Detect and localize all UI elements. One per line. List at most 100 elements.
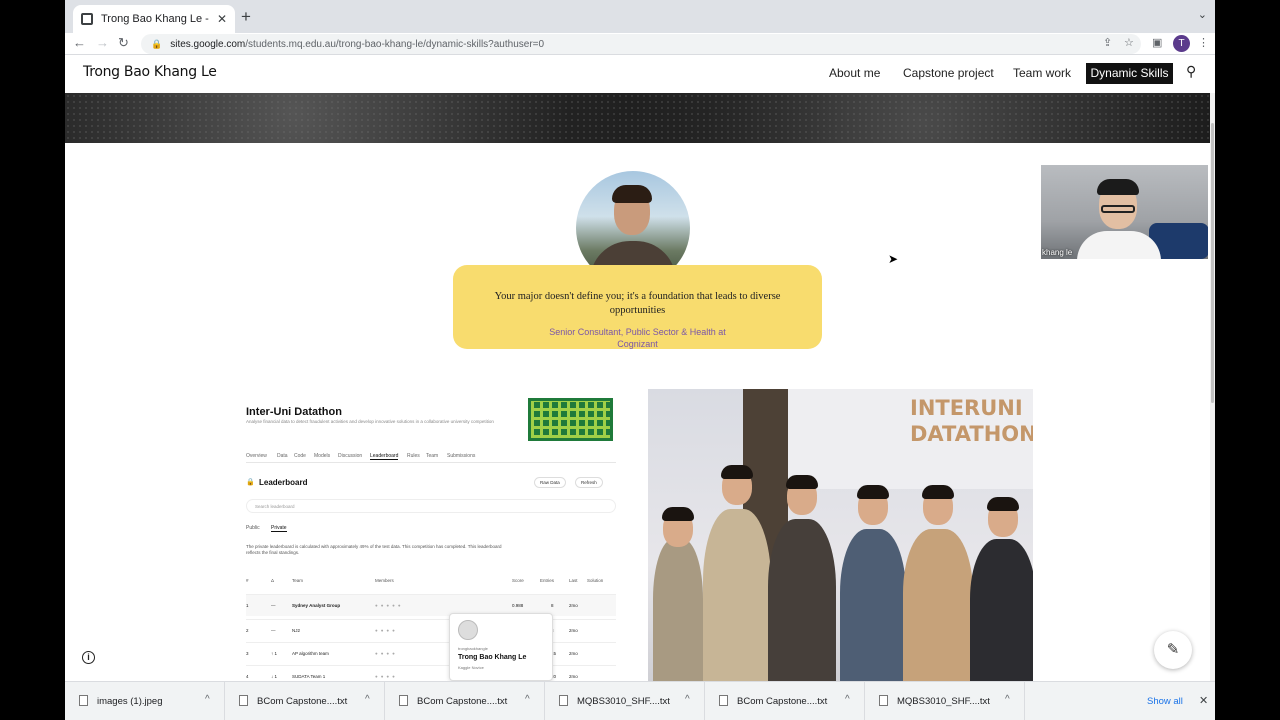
lock-icon: 🔒 [151,38,163,49]
browser-menu-icon[interactable]: ⋮ [1198,36,1209,49]
download-item[interactable]: MQBS3010_SHF....txt ^ [545,682,705,720]
lb-column-header: Score [512,578,524,583]
lb-tab: Rules [407,453,420,459]
new-tab-button[interactable]: + [241,7,251,27]
site-header: Trong Bao Khang Le About me Capstone pro… [65,55,1215,93]
tab-strip: Trong Bao Khang Le - Dynamic ✕ + ⌄ [65,0,1215,33]
url-path: /students.mq.edu.au/trong-bao-khang-le/d… [245,38,545,50]
leaderboard-screenshot: Inter-Uni Datathon Analyse financial dat… [235,389,625,681]
browser-window: Trong Bao Khang Le - Dynamic ✕ + ⌄ ← → ↻… [65,0,1215,720]
download-filename: images (1).jpeg [97,696,163,707]
quote-card: Your major doesn't define you; it's a fo… [453,265,822,349]
member-hover-card: trongbaokhangle Trong Bao Khang Le Kaggl… [449,613,553,681]
side-panel-icon[interactable]: ▣ [1152,36,1162,49]
site-title[interactable]: Trong Bao Khang Le [83,64,217,80]
lock-icon: 🔒 [246,479,255,486]
chevron-up-icon[interactable]: ^ [1005,694,1010,705]
download-filename: MQBS3010_SHF....txt [577,696,670,707]
table-row: 2 — NJ2 ●●●● 3 2mo [246,619,616,641]
tab-title: Trong Bao Khang Le - Dynamic [101,13,211,25]
member-avatars: ●●●● [375,651,398,656]
lb-column-header: Members [375,578,394,583]
edit-pencil-icon[interactable]: ✎ [1154,631,1192,669]
download-item[interactable]: images (1).jpeg ^ [65,682,225,720]
photo-banner-text: INTERUNI DATATHON [910,396,1033,446]
competition-title: Inter-Uni Datathon [246,406,342,418]
lb-tab: Leaderboard [370,453,399,460]
bookmark-star-icon[interactable]: ☆ [1124,36,1134,49]
header-banner-image [65,93,1210,143]
leaderboard-heading: Leaderboard [259,478,308,487]
webcam-name-label: khang le [1042,248,1073,257]
quote-text: Your major doesn't define you; it's a fo… [494,291,781,316]
scrollbar-thumb[interactable] [1211,123,1214,403]
nav-capstone-project[interactable]: Capstone project [903,66,994,80]
leaderboard-note: The private leaderboard is calculated wi… [246,544,502,555]
download-item[interactable]: BCom Capstone....txt ^ [705,682,865,720]
download-filename: BCom Capstone....txt [737,696,828,707]
download-filename: MQBS3010_SHF....txt [897,696,990,707]
tab-search-chevron-icon[interactable]: ⌄ [1198,8,1207,21]
lb-tab: Code [294,453,306,459]
avatar [458,620,478,640]
site-favicon-icon [81,13,93,25]
search-icon[interactable]: ⚲ [1186,63,1196,80]
lb-subtab: Public [246,525,260,531]
webcam-overlay: khang le [1041,165,1208,259]
member-name: Trong Bao Khang Le [458,654,527,661]
info-icon[interactable]: i [82,651,95,664]
url-host: sites.google.com [170,38,246,50]
forward-arrow-icon[interactable]: → [96,35,109,50]
lb-tab: Data [277,453,288,459]
address-bar[interactable]: 🔒 sites.google.com /students.mq.edu.au/t… [141,34,1141,54]
text-file-icon [719,695,728,706]
download-item[interactable]: BCom Capstone....txt ^ [225,682,385,720]
lb-column-header: # [246,578,249,583]
lb-tab: Overview [246,453,267,459]
lb-tab: Team [426,453,439,459]
table-row: 3 ↑ 1 AP algorithm team ●●●● 15 2mo [246,642,616,664]
profile-avatar[interactable]: T [1173,35,1190,52]
chevron-up-icon[interactable]: ^ [845,694,850,705]
lb-tab: Discussion [338,453,363,459]
member-avatars: ●●●● [375,674,398,679]
share-icon[interactable]: ⇪ [1103,36,1112,49]
nav-dynamic-skills[interactable]: Dynamic Skills [1086,63,1173,84]
page-scrollbar[interactable] [1210,93,1215,683]
lb-column-header: Δ [271,578,275,583]
download-filename: BCom Capstone....txt [257,696,348,707]
lb-tab: Submissions [447,453,476,459]
text-file-icon [559,695,568,706]
nav-about-me[interactable]: About me [829,66,880,80]
nav-team-work[interactable]: Team work [1013,66,1071,80]
lb-tab: Models [314,453,331,459]
download-item[interactable]: BCom Capstone....txt ^ [385,682,545,720]
browser-tab[interactable]: Trong Bao Khang Le - Dynamic ✕ [73,5,235,33]
chevron-up-icon[interactable]: ^ [525,694,530,705]
leaderboard-search: Search leaderboard [246,499,616,513]
browser-toolbar: ← → ↻ 🔒 sites.google.com /students.mq.ed… [65,33,1215,55]
refresh-button: Refresh [575,477,603,488]
lb-column-header: Entries [540,578,555,583]
team-photo: INTERUNI DATATHON [648,389,1033,681]
tab-close-icon[interactable]: ✕ [217,12,227,26]
text-file-icon [879,695,888,706]
show-all-downloads-button[interactable]: Show all [1147,696,1183,707]
lb-column-header: Team [292,578,304,583]
chevron-up-icon[interactable]: ^ [685,694,690,705]
close-icon[interactable]: ✕ [1199,694,1208,707]
image-file-icon [79,695,88,706]
raw-data-button: Raw Data [534,477,566,488]
text-file-icon [399,695,408,706]
reload-icon[interactable]: ↻ [118,35,129,51]
lb-column-header: Last [569,578,578,583]
download-item[interactable]: MQBS3010_SHF....txt ^ [865,682,1025,720]
table-row: 1 — Sydney Analyst Group ●●●●● 0.988 8 2… [246,594,616,616]
competition-thumbnail [528,398,613,441]
chevron-up-icon[interactable]: ^ [365,694,370,705]
back-arrow-icon[interactable]: ← [73,35,86,50]
member-avatars: ●●●● [375,628,398,633]
quote-author: Senior Consultant, Public Sector & Healt… [549,327,726,349]
competition-description: Analyse financial data to detect fraudul… [246,419,494,424]
chevron-up-icon[interactable]: ^ [205,694,210,705]
